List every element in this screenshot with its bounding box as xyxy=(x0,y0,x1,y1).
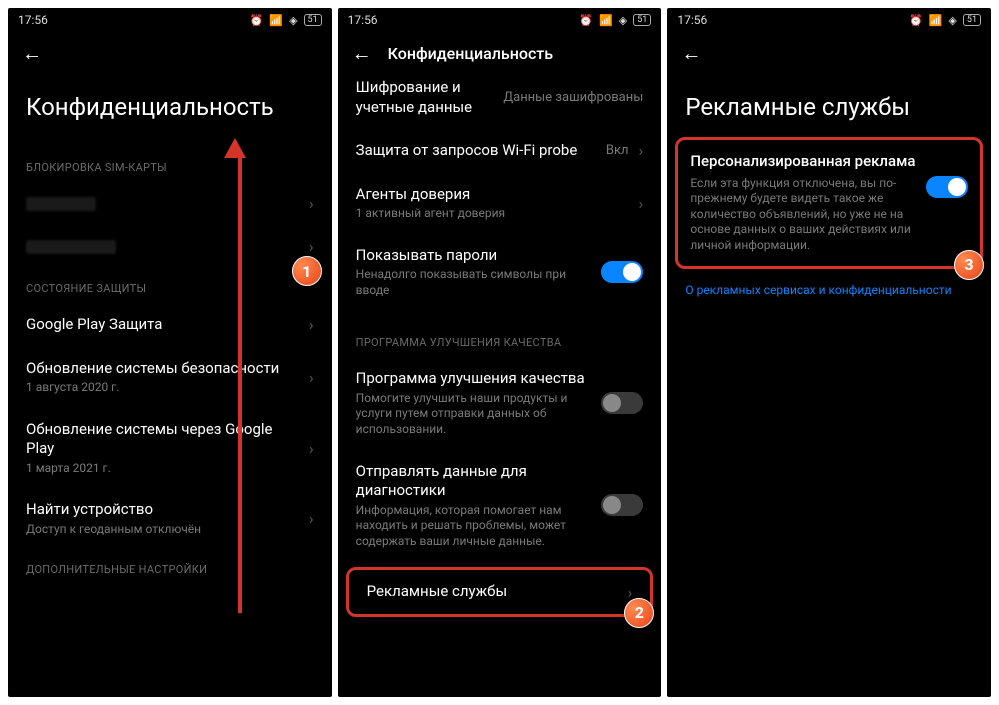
item-label: Программа улучшения качества xyxy=(356,369,592,389)
item-sublabel: Доступ к геоданным отключён xyxy=(26,522,299,538)
status-bar: 17:56 ⏰ 📶 ◈ 51 xyxy=(8,8,332,32)
alarm-icon: ⏰ xyxy=(250,14,264,27)
battery-icon: 51 xyxy=(304,14,322,26)
item-sublabel: Ненадолго показывать символы при вводе xyxy=(356,267,592,298)
status-time: 17:56 xyxy=(677,13,707,27)
chevron-icon: › xyxy=(309,315,314,334)
back-icon[interactable]: ← xyxy=(22,41,42,66)
item-label: Персонализированная реклама xyxy=(690,152,916,172)
chevron-icon: › xyxy=(639,194,644,213)
item-label: Защита от запросов Wi-Fi probe xyxy=(356,141,596,161)
status-time: 17:56 xyxy=(348,13,378,27)
section-additional: ДОПОЛНИТЕЛЬНЫЕ НАСТРОЙКИ xyxy=(8,549,332,584)
alarm-icon: ⏰ xyxy=(579,14,593,27)
status-icons: ⏰ 📶 ◈ 51 xyxy=(909,14,981,27)
item-personalized-ads[interactable]: Персонализированная реклама Если эта фун… xyxy=(678,140,980,265)
highlight-ad-services: Рекламные службы › 2 xyxy=(346,567,654,617)
item-value: Данные зашифрованы xyxy=(503,90,643,105)
item-label: Обновление системы через Google Play xyxy=(26,420,299,459)
alarm-icon: ⏰ xyxy=(909,14,923,27)
item-label: Google Play Защита xyxy=(26,315,299,335)
screen-privacy-scrolled: 17:56 ⏰ 📶 ◈ 51 ← Конфиденциальность Шифр… xyxy=(338,8,662,697)
signal-icon: 📶 xyxy=(599,14,613,27)
item-find-device[interactable]: Найти устройство Доступ к геоданным откл… xyxy=(8,488,332,549)
header-row: ← xyxy=(8,32,332,74)
battery-icon: 51 xyxy=(963,14,981,26)
status-icons: ⏰ 📶 ◈ 51 xyxy=(250,14,322,27)
item-wifi-probe[interactable]: Защита от запросов Wi-Fi probe Вкл › xyxy=(338,129,662,173)
signal-icon: 📶 xyxy=(929,14,943,27)
scroll-arrow-annotation xyxy=(233,138,246,613)
item-label: Обновление системы безопасности xyxy=(26,359,299,379)
header-row: ← xyxy=(667,32,991,74)
item-encryption[interactable]: Шифрование и учетные данные Данные зашиф… xyxy=(338,74,662,129)
back-icon[interactable]: ← xyxy=(352,41,372,66)
status-bar: 17:56 ⏰ 📶 ◈ 51 xyxy=(667,8,991,32)
chevron-icon: › xyxy=(309,194,314,213)
item-improvement-program[interactable]: Программа улучшения качества Помогите ул… xyxy=(338,357,662,449)
chevron-icon: › xyxy=(639,141,644,160)
item-label: Агенты доверия xyxy=(356,185,629,205)
chevron-icon: › xyxy=(309,368,314,387)
sim-item-1[interactable]: › xyxy=(8,182,332,225)
screen-privacy-top: 17:56 ⏰ 📶 ◈ 51 ← Конфиденциальность БЛОК… xyxy=(8,8,332,697)
item-label: Рекламные службы xyxy=(367,582,618,602)
item-play-protect[interactable]: Google Play Защита › xyxy=(8,303,332,347)
sim-item-2[interactable]: › xyxy=(8,225,332,268)
wifi-icon: ◈ xyxy=(948,14,956,27)
item-diagnostics[interactable]: Отправлять данные для диагностики Информ… xyxy=(338,450,662,562)
signal-icon: 📶 xyxy=(269,14,283,27)
page-title: Рекламные службы xyxy=(667,74,991,137)
screen-ad-services: 17:56 ⏰ 📶 ◈ 51 ← Рекламные службы Персон… xyxy=(667,8,991,697)
item-label: Найти устройство xyxy=(26,500,299,520)
item-label: Отправлять данные для диагностики xyxy=(356,462,592,501)
page-title: Конфиденциальность xyxy=(8,74,332,147)
item-trust-agents[interactable]: Агенты доверия 1 активный агент доверия … xyxy=(338,173,662,234)
item-ad-services[interactable]: Рекламные службы › xyxy=(349,570,651,614)
item-gplay-update[interactable]: Обновление системы через Google Play 1 м… xyxy=(8,408,332,489)
item-security-update[interactable]: Обновление системы безопасности 1 август… xyxy=(8,347,332,408)
item-sublabel: 1 марта 2021 г. xyxy=(26,461,299,477)
back-icon[interactable]: ← xyxy=(681,41,701,66)
status-time: 17:56 xyxy=(18,13,48,27)
header-title: Конфиденциальность xyxy=(388,44,553,63)
section-improvement: ПРОГРАММА УЛУЧШЕНИЯ КАЧЕСТВА xyxy=(338,310,662,357)
item-sublabel: 1 активный агент доверия xyxy=(356,206,629,222)
section-sim-lock: БЛОКИРОВКА SIM-КАРТЫ xyxy=(8,147,332,182)
chevron-icon: › xyxy=(309,509,314,528)
highlight-personalized-ads: Персонализированная реклама Если эта фун… xyxy=(675,137,983,268)
item-label: Показывать пароли xyxy=(356,246,592,266)
item-show-passwords[interactable]: Показывать пароли Ненадолго показывать с… xyxy=(338,234,662,311)
wifi-icon: ◈ xyxy=(289,14,297,27)
item-label: Шифрование и учетные данные xyxy=(356,78,494,117)
status-icons: ⏰ 📶 ◈ 51 xyxy=(579,14,651,27)
item-sublabel: Помогите улучшить наши продукты и услуги… xyxy=(356,391,592,438)
sim-blurred-1 xyxy=(26,197,96,211)
step-badge-2: 2 xyxy=(624,598,654,628)
toggle-show-passwords[interactable] xyxy=(601,261,643,283)
status-bar: 17:56 ⏰ 📶 ◈ 51 xyxy=(338,8,662,32)
battery-icon: 51 xyxy=(633,14,651,26)
item-sublabel: Информация, которая помогает нам находит… xyxy=(356,503,592,550)
header-row: ← Конфиденциальность xyxy=(338,32,662,74)
step-badge-1: 1 xyxy=(292,256,322,286)
chevron-icon: › xyxy=(309,439,314,458)
chevron-icon: › xyxy=(309,237,314,256)
sim-blurred-2 xyxy=(26,240,116,254)
wifi-icon: ◈ xyxy=(619,14,627,27)
toggle-personalized-ads[interactable] xyxy=(926,176,968,198)
toggle-diagnostics[interactable] xyxy=(601,494,643,516)
item-value: Вкл xyxy=(606,143,629,158)
link-about-ads[interactable]: О рекламных сервисах и конфиденциальност… xyxy=(667,269,991,311)
section-protection: СОСТОЯНИЕ ЗАЩИТЫ xyxy=(8,268,332,303)
toggle-improvement[interactable] xyxy=(601,392,643,414)
item-sublabel: Если эта функция отключена, вы по-прежне… xyxy=(690,176,916,254)
step-badge-3: 3 xyxy=(954,250,984,280)
item-sublabel: 1 августа 2020 г. xyxy=(26,380,299,396)
